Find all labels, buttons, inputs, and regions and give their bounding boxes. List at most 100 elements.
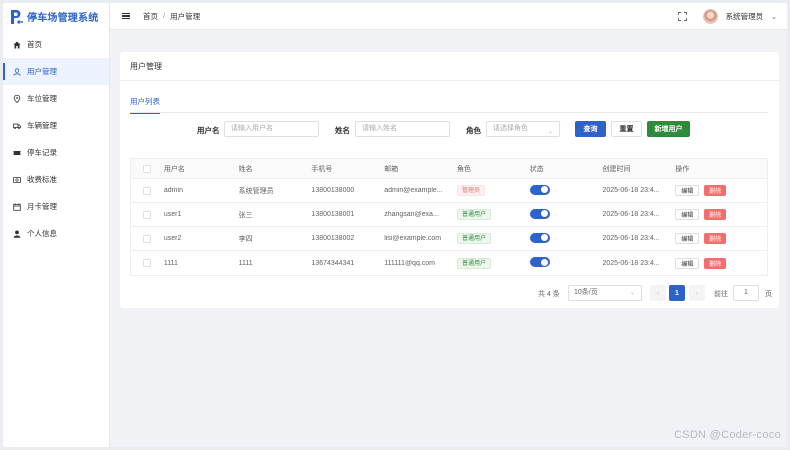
edit-button[interactable]: 编辑 — [675, 257, 700, 269]
cell-created: 2025-06-18 23:4... — [602, 235, 660, 242]
truck-icon — [13, 123, 21, 129]
edit-button[interactable]: 编辑 — [675, 233, 700, 244]
name-search-input[interactable]: 请输入姓名 — [355, 121, 450, 137]
cell-role: 普通用户 — [456, 257, 530, 269]
role-select[interactable]: 请选择角色 ⌄ — [486, 121, 560, 137]
add-user-button[interactable]: 新增用户 — [647, 121, 690, 137]
cell-email: admin@example... — [384, 187, 443, 194]
row-checkbox[interactable] — [143, 234, 152, 243]
status-switch[interactable] — [529, 257, 550, 267]
cell-actions: 编辑 删除 — [675, 185, 767, 196]
username-label: 用户名 — [197, 126, 220, 135]
cell-username: user1 — [163, 211, 182, 218]
chevron-down-icon: ⌄ — [547, 129, 553, 135]
sidebar-item-fee-standard[interactable]: 收费标准 — [3, 166, 109, 193]
avatar[interactable] — [702, 9, 718, 24]
edit-button[interactable]: 编辑 — [675, 185, 700, 196]
delete-button[interactable]: 删除 — [704, 209, 727, 220]
role-tag: 普通用户 — [456, 233, 491, 244]
app-window: 停车场管理系统 首页 用户管理 车位管理 车辆管理 停车记录 收费标准 月卡管理… — [3, 3, 787, 447]
menu-toggle-icon[interactable] — [122, 12, 130, 20]
row-checkbox[interactable] — [143, 186, 152, 195]
status-switch[interactable] — [529, 184, 550, 195]
table-row: admin 系统管理员 13800138000 admin@example...… — [131, 179, 767, 203]
fullscreen-icon[interactable] — [677, 12, 687, 21]
money-icon — [13, 176, 21, 183]
cell-email: lisi@example.com — [384, 235, 442, 242]
breadcrumb-home[interactable]: 首页 — [143, 11, 158, 22]
page-size-select[interactable]: 10条/页 ⌄ — [568, 285, 642, 301]
cell-email: zhangsan@exa... — [384, 211, 439, 218]
sidebar-item-label: 收费标准 — [27, 175, 57, 184]
reset-button[interactable]: 重置 — [611, 121, 642, 137]
sidebar-item-users[interactable]: 用户管理 — [3, 58, 109, 85]
username-search-input[interactable]: 请输入用户名 — [224, 121, 319, 137]
header-right: 系统管理员 ⌄ — [677, 3, 777, 30]
chevron-down-icon: ⌄ — [629, 290, 635, 296]
sidebar-item-label: 月卡管理 — [27, 202, 57, 211]
chevron-down-icon[interactable]: ⌄ — [771, 13, 777, 21]
role-select-placeholder: 请选择角色 — [493, 125, 528, 132]
query-button[interactable]: 查询 — [575, 121, 606, 137]
sidebar-item-label: 车位管理 — [27, 94, 57, 103]
cell-actions: 编辑 删除 — [675, 257, 767, 269]
current-username[interactable]: 系统管理员 — [726, 11, 764, 22]
edit-button[interactable]: 编辑 — [675, 209, 700, 220]
table-row: user1 张三 13800138001 zhangsan@exa... 普通用… — [131, 203, 767, 227]
cell-role: 普通用户 — [456, 233, 530, 244]
status-switch[interactable] — [529, 232, 550, 243]
row-checkbox[interactable] — [143, 210, 152, 219]
tabs: 用户列表 — [130, 96, 768, 114]
header-email: 邮箱 — [384, 165, 399, 173]
cell-phone: 13800138001 — [311, 211, 355, 218]
sidebar-menu: 首页 用户管理 车位管理 车辆管理 停车记录 收费标准 月卡管理 个人信息 — [3, 31, 109, 247]
role-tag: 普通用户 — [456, 209, 491, 220]
header-status: 状态 — [529, 165, 544, 173]
sidebar-item-vehicles[interactable]: 车辆管理 — [3, 112, 109, 139]
delete-button[interactable]: 删除 — [704, 233, 727, 244]
delete-button[interactable]: 删除 — [704, 185, 727, 196]
cell-status — [529, 257, 603, 269]
select-all-checkbox[interactable] — [143, 164, 152, 173]
cell-phone: 13800138002 — [311, 235, 355, 242]
sidebar-item-label: 个人信息 — [27, 229, 57, 238]
row-select-cell — [131, 259, 164, 267]
cell-name: 系统管理员 — [238, 187, 274, 195]
sidebar-item-parking-spaces[interactable]: 车位管理 — [3, 85, 109, 112]
row-checkbox[interactable] — [143, 259, 152, 267]
cell-phone: 13800138000 — [311, 187, 355, 194]
sidebar-item-parking-records[interactable]: 停车记录 — [3, 139, 109, 166]
next-page-button[interactable]: › — [689, 285, 705, 301]
calendar-icon — [13, 203, 21, 211]
sidebar-item-home[interactable]: 首页 — [3, 31, 109, 58]
user-management-card: 用户管理 用户列表 用户名 请输入用户名 姓名 请输入姓名 角色 请选择角色 ⌄… — [120, 52, 779, 308]
sidebar-item-profile[interactable]: 个人信息 — [3, 220, 109, 247]
header-name: 姓名 — [238, 165, 253, 173]
status-switch[interactable] — [529, 208, 550, 219]
cell-status — [529, 232, 603, 245]
sidebar-item-label: 首页 — [27, 40, 42, 49]
table-row: user2 李四 13800138002 lisi@example.com 普通… — [131, 227, 767, 251]
sidebar-item-label: 车辆管理 — [27, 121, 57, 130]
location-icon — [13, 94, 21, 103]
header-role: 角色 — [456, 165, 471, 173]
cell-email: 111111@qq.com — [384, 259, 436, 267]
cell-created: 2025-06-18 23:4... — [602, 211, 660, 218]
role-tag: 管理员 — [456, 185, 485, 196]
cell-username: 1111 — [163, 259, 178, 267]
delete-button[interactable]: 删除 — [704, 257, 727, 269]
sidebar-item-monthly-cards[interactable]: 月卡管理 — [3, 193, 109, 220]
watermark: CSDN @Coder-coco — [673, 429, 781, 441]
row-select-cell — [131, 186, 164, 195]
prev-page-button[interactable]: ‹ — [650, 285, 666, 301]
header-username: 用户名 — [163, 165, 185, 173]
parking-logo-icon — [11, 9, 23, 24]
page-number-1[interactable]: 1 — [669, 285, 685, 301]
header-actions: 操作 — [675, 165, 690, 173]
page-size-value: 10条/页 — [574, 289, 598, 296]
cell-name: 张三 — [238, 211, 253, 219]
role-tag: 普通用户 — [456, 257, 491, 269]
goto-page-input[interactable]: 1 — [733, 285, 759, 301]
tab-user-list[interactable]: 用户列表 — [130, 96, 160, 114]
search-form: 用户名 请输入用户名 姓名 请输入姓名 角色 请选择角色 ⌄ 查询 重置 新增用… — [120, 121, 779, 137]
